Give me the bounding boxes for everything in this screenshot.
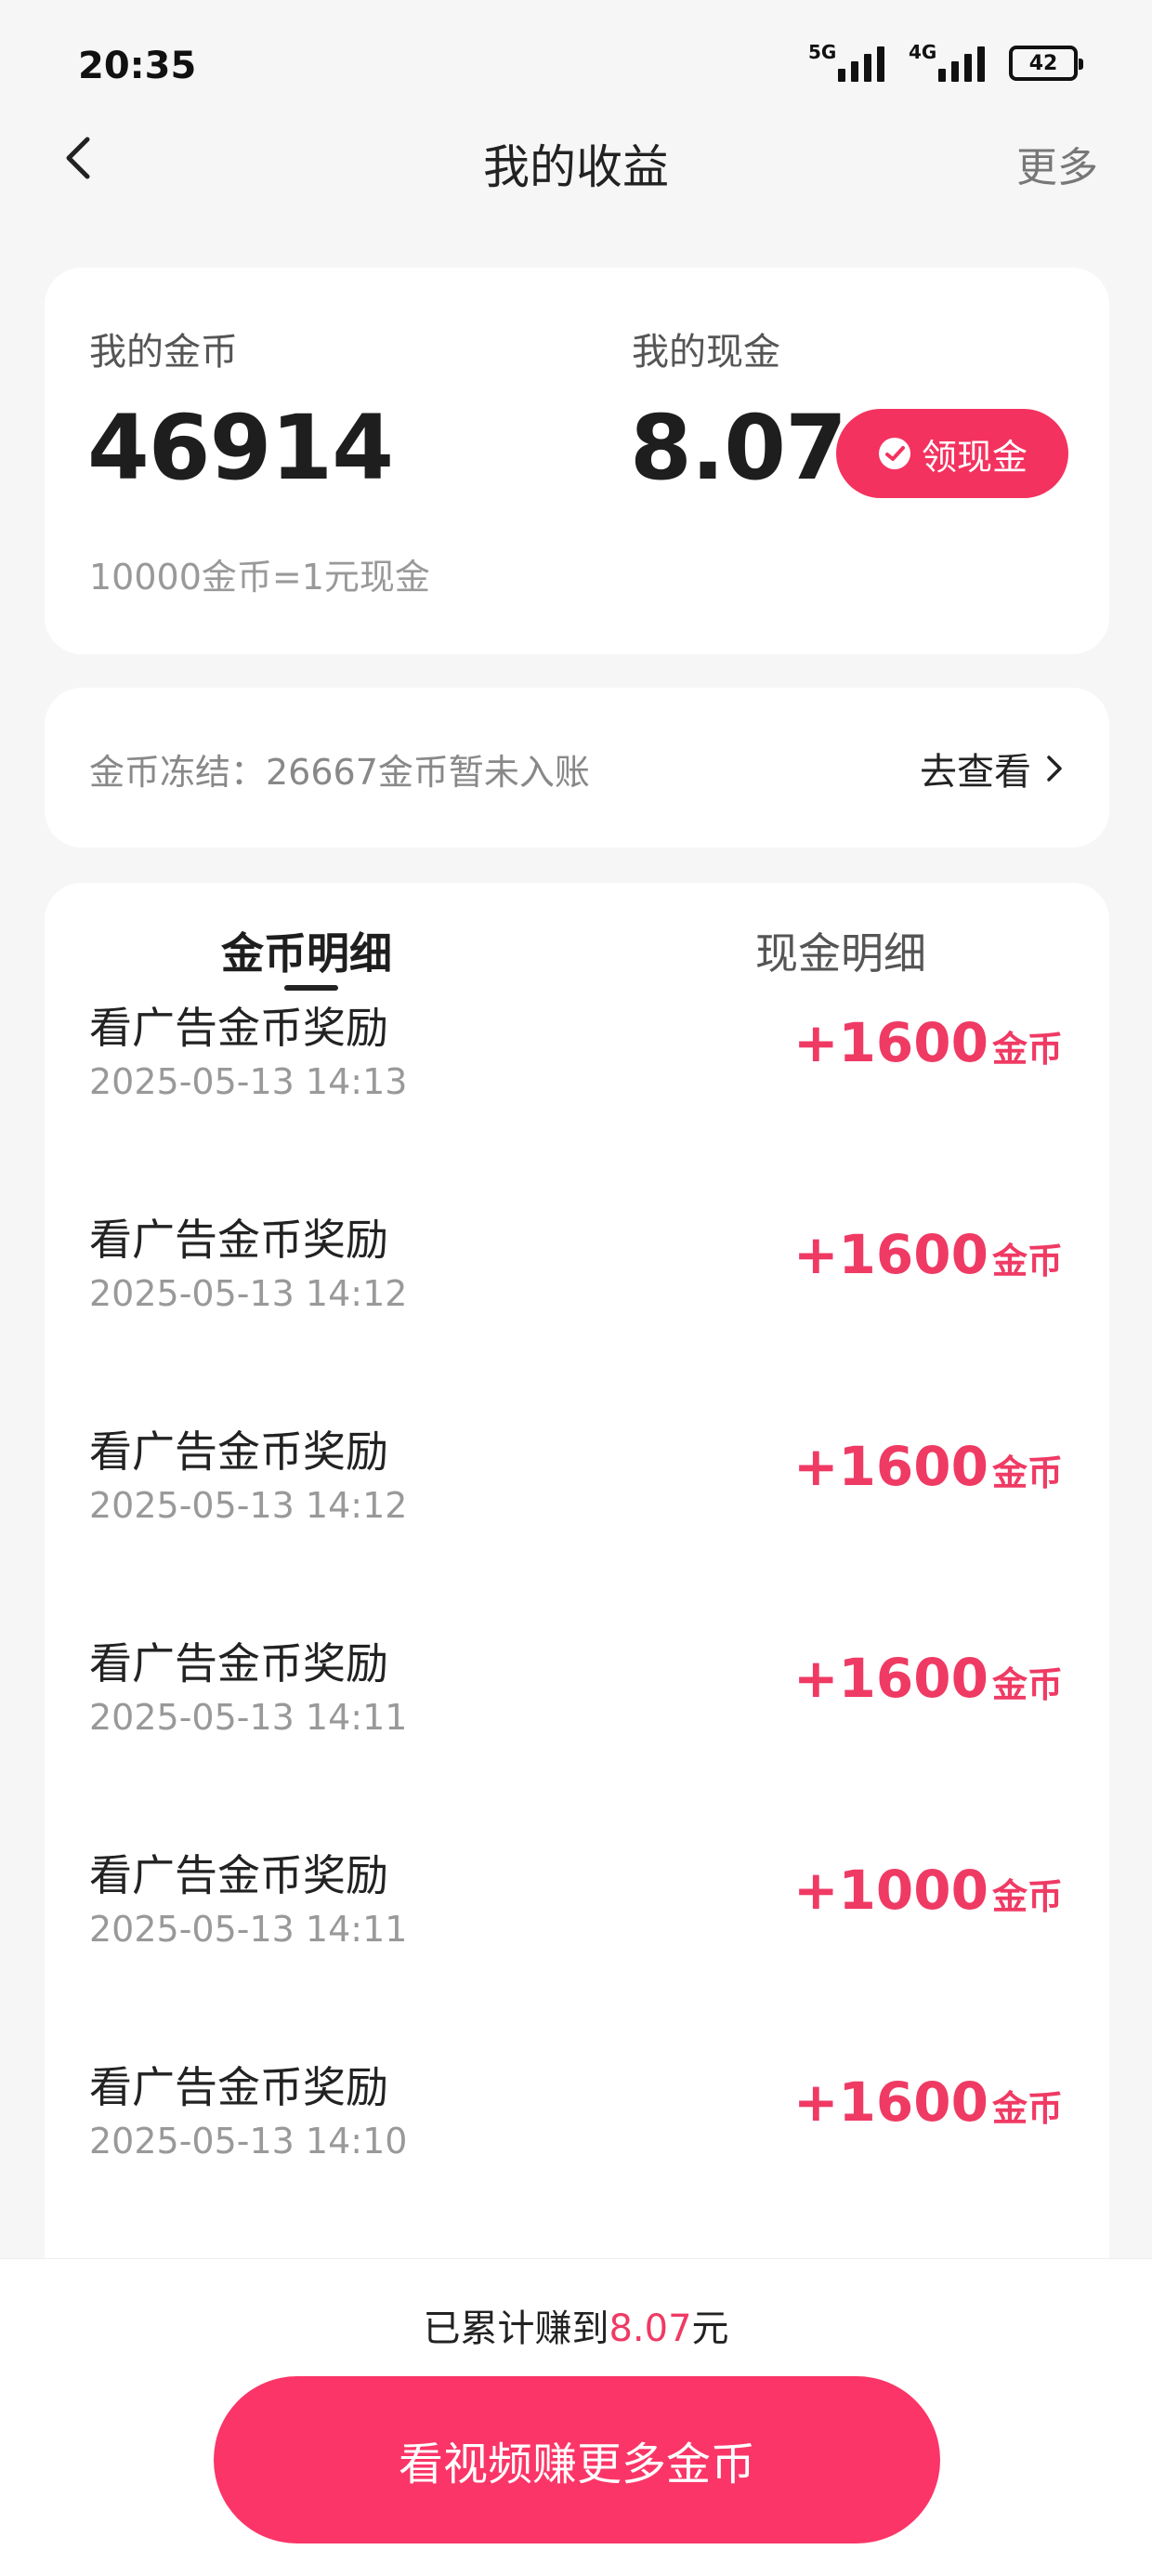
record-amount: +1600 金币 xyxy=(793,1647,1063,1710)
nav-header: 我的收益 更多 xyxy=(0,112,1152,204)
tab-coin-details[interactable]: 金币明细 xyxy=(221,920,392,981)
signal-5g-label: 5G xyxy=(808,41,837,63)
record-time: 2025-05-13 14:12 xyxy=(89,1273,408,1314)
record-amount: +1600 金币 xyxy=(793,1011,1063,1074)
withdraw-cash-button[interactable]: 领现金 xyxy=(836,409,1068,498)
record-time: 2025-05-13 14:11 xyxy=(89,1697,408,1738)
record-amount: +1600 金币 xyxy=(793,1435,1063,1498)
signal-4g-icon: 4G xyxy=(909,41,985,82)
record-amount-unit: 金币 xyxy=(991,1029,1063,1070)
status-bar: 20:35 5G 4G 42 xyxy=(0,0,1152,130)
record-amount-unit: 金币 xyxy=(991,2088,1063,2129)
tab-cash-details[interactable]: 现金明细 xyxy=(755,920,926,981)
watch-video-button[interactable]: 看视频赚更多金币 xyxy=(214,2376,940,2543)
withdraw-cash-label: 领现金 xyxy=(921,436,1028,478)
record-amount-value: +1600 xyxy=(792,1223,988,1286)
record-time: 2025-05-13 14:13 xyxy=(89,1061,408,1102)
bottom-bar: 已累计赚到8.07元 看视频赚更多金币 xyxy=(0,2258,1152,2576)
record-amount-unit: 金币 xyxy=(991,1241,1063,1281)
status-icons: 5G 4G 42 xyxy=(808,41,1083,82)
active-tab-indicator xyxy=(284,985,338,991)
record-amount-value: +1600 xyxy=(792,2070,988,2134)
frozen-coins-card[interactable]: 金币冻结：26667金币暂未入账 去查看 xyxy=(45,688,1109,848)
record-amount-value: +1600 xyxy=(792,1435,988,1498)
record-row: 看广告金币奖励 2025-05-13 14:12 +1600 金币 xyxy=(45,1206,1109,1418)
record-row: 看广告金币奖励 2025-05-13 14:11 +1600 金币 xyxy=(45,1630,1109,1842)
record-row: 看广告金币奖励 2025-05-13 14:13 +1600 金币 xyxy=(45,994,1109,1206)
battery-level: 42 xyxy=(1028,51,1058,75)
total-earned-prefix: 已累计赚到 xyxy=(423,2307,609,2350)
status-time: 20:35 xyxy=(78,45,197,87)
chevron-right-icon xyxy=(1047,756,1062,782)
coins-value: 46914 xyxy=(87,396,394,500)
total-earned-suffix: 元 xyxy=(691,2307,729,2350)
record-row: 看广告金币奖励 2025-05-13 14:10 +1600 金币 xyxy=(45,2054,1109,2258)
record-time: 2025-05-13 14:11 xyxy=(89,1909,408,1950)
record-title: 看广告金币奖励 xyxy=(89,2062,388,2112)
summary-card: 我的金币 46914 我的现金 8.07 领现金 10000金币=1元现金 xyxy=(45,268,1109,654)
record-title: 看广告金币奖励 xyxy=(89,1638,388,1689)
record-title: 看广告金币奖励 xyxy=(89,1850,388,1900)
wallet-icon xyxy=(878,438,910,469)
more-button[interactable]: 更多 xyxy=(1016,134,1098,193)
record-amount: +1000 金币 xyxy=(793,1859,1063,1922)
cash-label: 我的现金 xyxy=(632,331,780,374)
record-amount-value: +1000 xyxy=(792,1859,988,1922)
cash-value: 8.07 xyxy=(630,396,847,500)
record-time: 2025-05-13 14:12 xyxy=(89,1485,408,1526)
record-amount: +1600 金币 xyxy=(793,2070,1063,2134)
view-frozen-label: 去查看 xyxy=(920,751,1031,794)
record-row: 看广告金币奖励 2025-05-13 14:11 +1000 金币 xyxy=(45,1842,1109,2054)
exchange-rate: 10000金币=1元现金 xyxy=(89,557,430,598)
record-row: 看广告金币奖励 2025-05-13 14:12 +1600 金币 xyxy=(45,1418,1109,1630)
record-amount-unit: 金币 xyxy=(991,1876,1063,1917)
record-amount-value: +1600 xyxy=(792,1011,988,1074)
signal-4g-label: 4G xyxy=(909,41,937,63)
total-earned-value: 8.07 xyxy=(609,2307,692,2350)
record-amount-unit: 金币 xyxy=(991,1664,1063,1705)
record-time: 2025-05-13 14:10 xyxy=(89,2121,408,2162)
signal-5g-icon: 5G xyxy=(808,41,884,82)
view-frozen-link[interactable]: 去查看 xyxy=(920,742,1065,795)
detail-card: 看广告金币奖励 2025-05-13 14:13 +1600 金币 看广告金币奖… xyxy=(45,883,1109,2258)
record-amount: +1600 金币 xyxy=(793,1223,1063,1286)
record-amount-unit: 金币 xyxy=(991,1452,1063,1493)
total-earned: 已累计赚到8.07元 xyxy=(0,2298,1152,2352)
record-title: 看广告金币奖励 xyxy=(89,1215,388,1265)
earnings-page: 20:35 5G 4G 42 我的收益 更多 我的金币 46914 我的现金 8… xyxy=(0,0,1152,2576)
record-title: 看广告金币奖励 xyxy=(89,1426,388,1477)
coins-label: 我的金币 xyxy=(89,331,238,374)
battery-icon: 42 xyxy=(1009,46,1083,81)
frozen-coins-text: 金币冻结：26667金币暂未入账 xyxy=(89,752,590,793)
detail-tabs: 金币明细 现金明细 xyxy=(45,883,1109,1002)
page-title: 我的收益 xyxy=(483,140,669,194)
record-title: 看广告金币奖励 xyxy=(89,1003,388,1053)
record-amount-value: +1600 xyxy=(792,1647,988,1710)
